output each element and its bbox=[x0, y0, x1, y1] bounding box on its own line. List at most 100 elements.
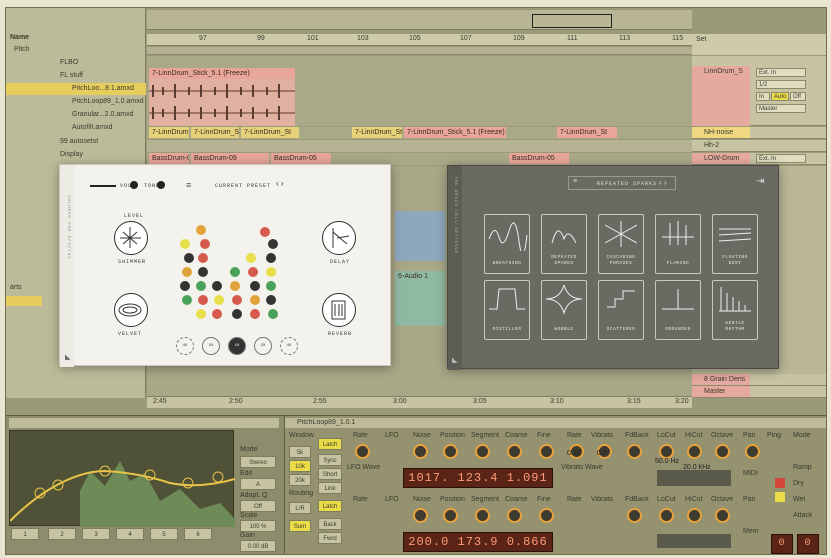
dot[interactable] bbox=[230, 281, 240, 291]
clip[interactable]: 7-LinnDrum_St bbox=[191, 127, 239, 138]
dot[interactable] bbox=[196, 309, 206, 319]
dot[interactable] bbox=[246, 253, 256, 263]
audio-clip-block[interactable] bbox=[395, 211, 445, 261]
eq-gain-value[interactable]: 0.00 dB bbox=[240, 540, 276, 552]
dot[interactable] bbox=[212, 281, 222, 291]
eq-band-1[interactable]: 1 bbox=[11, 528, 39, 540]
record-indicator[interactable] bbox=[775, 478, 785, 488]
track-name[interactable]: Master bbox=[692, 386, 750, 397]
pan-knob[interactable] bbox=[745, 444, 760, 459]
position-knob-b[interactable] bbox=[443, 508, 458, 523]
clip[interactable]: 7-LinnDrum_Stick_5.1 (Freeze) bbox=[404, 127, 506, 138]
speed-1x-button[interactable]: 1X bbox=[228, 337, 246, 355]
input-type-dropdown[interactable]: Ext. In bbox=[756, 68, 806, 77]
track-name[interactable]: LinnDrum_S bbox=[704, 68, 743, 75]
mode-indicator[interactable] bbox=[775, 492, 785, 502]
routing-lr-button[interactable]: L/R bbox=[289, 502, 311, 514]
track-lane[interactable]: 7-LinnDrum_Stick_5.1 (Freeze) bbox=[147, 56, 692, 126]
time-ruler[interactable]: 2:45 2:50 2:55 3:00 3:05 3:10 3:15 3:20 bbox=[147, 396, 692, 408]
dot[interactable] bbox=[198, 267, 208, 277]
velvet-knob[interactable] bbox=[114, 293, 148, 327]
dot[interactable] bbox=[250, 309, 260, 319]
track-header[interactable]: LOW-Drum Ext. In bbox=[692, 153, 826, 165]
preset-tile[interactable]: WOBBLE bbox=[541, 280, 587, 340]
short-button[interactable]: Short bbox=[318, 468, 342, 480]
monitor-off-button[interactable]: Off bbox=[790, 92, 806, 101]
output-dropdown[interactable]: Master bbox=[756, 104, 806, 113]
browser-item[interactable]: FL stuff bbox=[6, 70, 146, 82]
dot[interactable] bbox=[230, 267, 240, 277]
eq-band-3[interactable]: 3 bbox=[82, 528, 110, 540]
noise-knob-b[interactable] bbox=[413, 508, 428, 523]
shimmer-knob[interactable] bbox=[114, 221, 148, 255]
clip[interactable]: 7-LinnDrum_St bbox=[557, 127, 617, 138]
dot[interactable] bbox=[268, 309, 278, 319]
eq-titlebar[interactable] bbox=[9, 418, 279, 428]
feedback-knob-b[interactable] bbox=[627, 508, 642, 523]
dot[interactable] bbox=[266, 295, 276, 305]
coarse-knob[interactable] bbox=[507, 444, 522, 459]
eq-band-2[interactable]: 2 bbox=[48, 528, 76, 540]
pitchloop-device[interactable]: PitchLoop89_1.0.1 Window 5k 10k 20k Rout… bbox=[284, 416, 826, 554]
reverb-knob[interactable] bbox=[322, 293, 356, 327]
track-lane[interactable] bbox=[147, 140, 692, 152]
eq-band-6[interactable]: 6 bbox=[184, 528, 212, 540]
rate-knob[interactable] bbox=[355, 444, 370, 459]
delay-knob[interactable] bbox=[322, 221, 356, 255]
dot[interactable] bbox=[196, 225, 206, 235]
overview-viewport[interactable] bbox=[532, 14, 612, 28]
browser-item[interactable]: PitchLoop89_1.0.amxd bbox=[6, 96, 146, 108]
back-button[interactable]: Back bbox=[318, 518, 342, 530]
dot[interactable] bbox=[180, 281, 190, 291]
track-lane[interactable]: 7-LinnDrum_St 7-LinnDrum_St 7-LinnDrum_S… bbox=[147, 127, 692, 139]
clip[interactable]: 7-LinnDrum_St bbox=[352, 127, 402, 138]
dot[interactable] bbox=[266, 253, 276, 263]
input-channel-dropdown[interactable]: 1/2 bbox=[756, 80, 806, 89]
clip[interactable]: BassDrum-05 bbox=[271, 153, 331, 164]
browser-item[interactable]: 99 autosetst bbox=[6, 136, 146, 148]
position-knob[interactable] bbox=[443, 444, 458, 459]
locut-knob[interactable] bbox=[659, 444, 674, 459]
arrangement-overview[interactable] bbox=[147, 10, 692, 30]
speed-4x-down-button[interactable]: 4X bbox=[176, 337, 194, 355]
dot[interactable] bbox=[232, 309, 242, 319]
preset-tile[interactable]: DISTILLER bbox=[484, 280, 530, 340]
preset-tile[interactable]: GENTLE RHYTHM bbox=[712, 280, 758, 340]
window-20k-button[interactable]: 20k bbox=[289, 474, 311, 486]
dot[interactable] bbox=[180, 239, 190, 249]
track-header[interactable]: 8 Grain Dens bbox=[692, 374, 826, 386]
dot[interactable] bbox=[248, 267, 258, 277]
fine-knob-b[interactable] bbox=[539, 508, 554, 523]
clip-waveform[interactable] bbox=[149, 79, 295, 126]
exit-icon[interactable]: ⇥ bbox=[756, 176, 764, 187]
segment-knob-b[interactable] bbox=[475, 508, 490, 523]
volume-knob[interactable] bbox=[130, 181, 138, 189]
browser-item[interactable]: Pitch bbox=[6, 44, 146, 56]
track-name[interactable]: Hh-2 bbox=[692, 140, 750, 151]
forward-button[interactable]: Fwrd bbox=[318, 532, 342, 544]
clip[interactable]: 7-LinnDrum_St bbox=[149, 127, 189, 138]
sync-button[interactable]: Sync bbox=[318, 454, 342, 466]
tone-knob[interactable] bbox=[157, 181, 165, 189]
preset-tile[interactable]: BREATHING bbox=[484, 214, 530, 274]
browser-item[interactable]: Autofilt.amxd bbox=[6, 122, 146, 134]
eq-adapt-toggle[interactable]: Off bbox=[240, 500, 276, 512]
preset-tile[interactable]: FLARING bbox=[655, 214, 701, 274]
eq-band-4[interactable]: 4 bbox=[116, 528, 144, 540]
track-header[interactable]: Hh-2 bbox=[692, 140, 826, 152]
dot[interactable] bbox=[250, 295, 260, 305]
monitor-auto-button[interactable]: Auto bbox=[771, 92, 789, 101]
preset-tile[interactable]: FLOATING DUST bbox=[712, 214, 758, 274]
hicut-knob-b[interactable] bbox=[687, 508, 702, 523]
plugin-window-right[interactable]: THE GRAIN CELL SETTINGS ≡ REPEATED SPARK… bbox=[447, 165, 779, 370]
monitor-in-button[interactable]: In bbox=[756, 92, 770, 101]
clip[interactable]: BassDrum-09 bbox=[149, 153, 189, 164]
volume-slider[interactable] bbox=[90, 185, 116, 187]
dot[interactable] bbox=[212, 309, 222, 319]
locut-knob-b[interactable] bbox=[659, 508, 674, 523]
dot[interactable] bbox=[232, 295, 242, 305]
noise-knob[interactable] bbox=[413, 444, 428, 459]
dot[interactable] bbox=[266, 281, 276, 291]
dot[interactable] bbox=[214, 295, 224, 305]
clip[interactable]: BassDrum-05 bbox=[509, 153, 569, 164]
